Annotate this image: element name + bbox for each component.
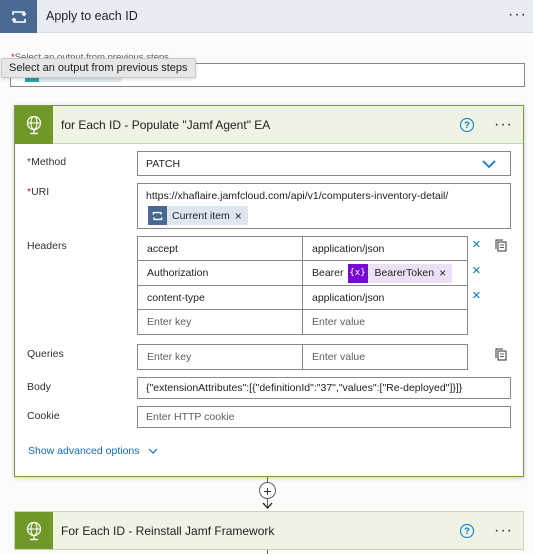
header-key-input[interactable]: accept bbox=[137, 236, 303, 261]
apply-to-each-title: Apply to each ID bbox=[46, 9, 138, 23]
header-value-input[interactable]: application/json bbox=[302, 236, 468, 261]
expression-icon: {x} bbox=[347, 263, 368, 283]
uri-label: *URI bbox=[27, 186, 50, 198]
current-item-label: Current item bbox=[172, 209, 230, 222]
next-action-header[interactable]: For Each ID - Reinstall Jamf Framework ?… bbox=[14, 511, 524, 550]
header-key-input[interactable]: Enter key bbox=[137, 309, 303, 335]
globe-icon bbox=[15, 512, 53, 549]
show-advanced-options-link[interactable]: Show advanced options bbox=[28, 445, 158, 457]
more-icon[interactable]: ··· bbox=[494, 523, 513, 539]
method-label: *Method bbox=[27, 156, 67, 168]
header-value-input[interactable]: Enter value bbox=[302, 309, 468, 335]
headers-label: Headers bbox=[27, 240, 67, 252]
remove-token-icon[interactable]: × bbox=[235, 210, 242, 222]
queries-label: Queries bbox=[27, 348, 64, 360]
query-value-input[interactable]: Enter value bbox=[302, 344, 468, 370]
connector-line bbox=[267, 550, 268, 554]
body-label: Body bbox=[27, 381, 51, 393]
chevron-down-icon bbox=[482, 160, 496, 169]
arrow-down-icon bbox=[262, 502, 273, 510]
bearer-token-label: BearerToken bbox=[374, 267, 435, 279]
http-action-header[interactable]: for Each ID - Populate "Jamf Agent" EA ?… bbox=[15, 106, 523, 144]
header-key-input[interactable]: content-type bbox=[137, 285, 303, 310]
close-icon[interactable]: × bbox=[472, 263, 481, 278]
cookie-label: Cookie bbox=[27, 410, 60, 422]
header-value-input[interactable]: application/json bbox=[302, 285, 468, 310]
cookie-input[interactable]: Enter HTTP cookie bbox=[137, 406, 511, 428]
loop-icon bbox=[148, 206, 167, 225]
http-action-card: for Each ID - Populate "Jamf Agent" EA ?… bbox=[14, 105, 524, 477]
uri-text: https://xhaflaire.jamfcloud.com/api/v1/c… bbox=[146, 190, 449, 202]
tooltip: Select an output from previous steps bbox=[1, 58, 196, 78]
apply-to-each-header[interactable]: Apply to each ID ··· bbox=[0, 0, 533, 33]
loop-icon bbox=[0, 0, 37, 33]
bearer-text: Bearer bbox=[312, 267, 344, 279]
header-value-input[interactable]: Bearer {x} BearerToken × bbox=[302, 260, 468, 286]
close-icon[interactable]: × bbox=[472, 288, 481, 303]
method-value: PATCH bbox=[146, 157, 181, 170]
more-icon[interactable]: ··· bbox=[494, 117, 513, 133]
globe-icon bbox=[15, 106, 53, 144]
close-icon[interactable]: × bbox=[472, 237, 481, 252]
body-input[interactable]: {"extensionAttributes":[{"definitionId":… bbox=[137, 377, 511, 399]
header-key-input[interactable]: Authorization bbox=[137, 260, 303, 286]
remove-token-icon[interactable]: × bbox=[439, 267, 446, 279]
http-action-title: for Each ID - Populate "Jamf Agent" EA bbox=[61, 118, 271, 132]
copy-icon[interactable] bbox=[494, 348, 508, 362]
more-icon[interactable]: ··· bbox=[508, 7, 527, 23]
chevron-down-icon bbox=[148, 448, 157, 454]
bearer-token[interactable]: {x} BearerToken × bbox=[347, 263, 453, 283]
current-item-token[interactable]: Current item × bbox=[148, 206, 248, 225]
method-dropdown[interactable]: PATCH bbox=[137, 151, 511, 176]
plus-icon[interactable]: + bbox=[259, 482, 276, 499]
help-icon[interactable]: ? bbox=[460, 524, 474, 538]
query-key-input[interactable]: Enter key bbox=[137, 344, 303, 370]
copy-icon[interactable] bbox=[494, 239, 508, 253]
next-action-title: For Each ID - Reinstall Jamf Framework bbox=[61, 524, 275, 538]
uri-field[interactable]: https://xhaflaire.jamfcloud.com/api/v1/c… bbox=[137, 183, 511, 229]
help-icon[interactable]: ? bbox=[460, 118, 474, 132]
